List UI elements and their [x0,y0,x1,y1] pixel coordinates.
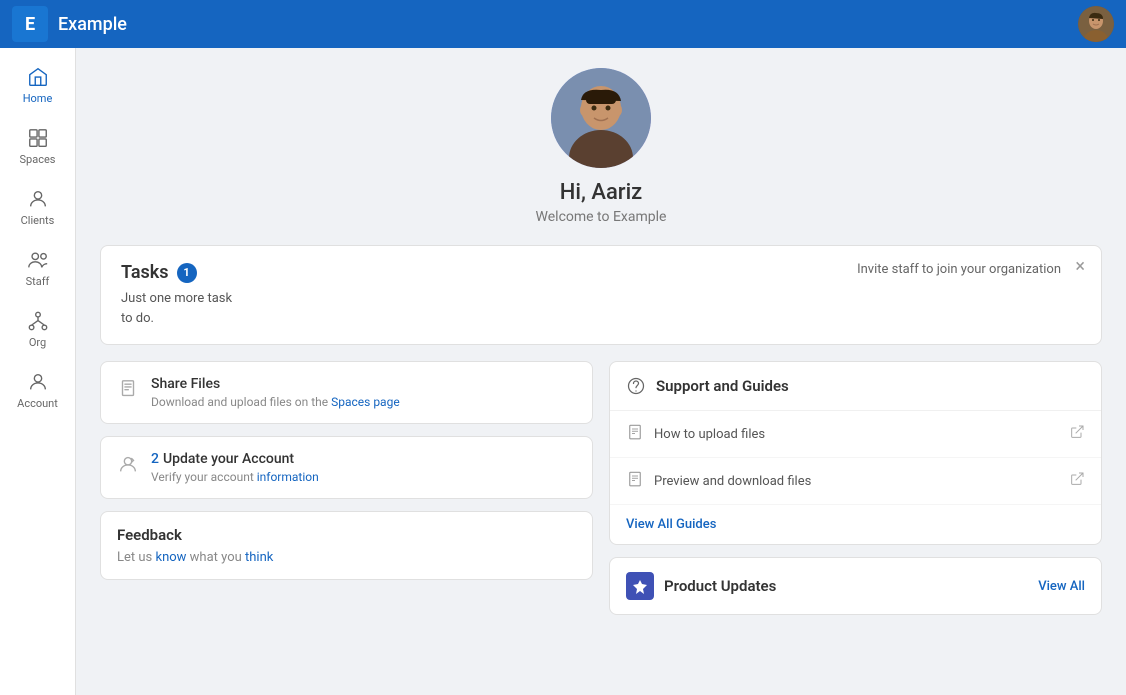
guide-doc-icon-1 [626,470,644,492]
share-files-desc: Download and upload files on the Spaces … [151,395,576,409]
tasks-close-button[interactable]: × [1075,258,1085,276]
share-files-card: Share Files Download and upload files on… [100,361,593,424]
support-title: Support and Guides [656,377,789,395]
sidebar-label-staff: Staff [26,275,50,288]
tasks-invite-text: Invite staff to join your organization [857,262,1061,277]
feedback-know-link[interactable]: know [155,550,186,565]
tasks-title: Tasks [121,262,169,283]
product-updates-left: Product Updates [626,572,776,600]
navbar-avatar[interactable] [1078,6,1114,42]
sidebar-label-account: Account [17,397,58,410]
left-column: Share Files Download and upload files on… [100,361,593,615]
update-account-desc: Verify your account information [151,470,576,484]
feedback-card: Feedback Let us know what you think [100,511,593,580]
profile-name: Hi, Aariz [560,180,643,205]
support-header: Support and Guides [610,362,1101,411]
sidebar-label-spaces: Spaces [20,153,56,166]
guide-text-1: Preview and download files [654,474,1059,489]
sidebar-label-home: Home [23,92,53,105]
update-account-title: 2Update your Account [151,451,576,467]
share-files-icon [117,378,139,404]
tasks-subtitle: Just one more task to do. [121,289,1081,328]
sidebar-item-home[interactable]: Home [4,56,72,115]
feedback-desc: Let us know what you think [117,550,576,565]
layout: Home Spaces Clients [0,48,1126,695]
profile-subtitle: Welcome to Example [536,209,667,225]
navbar: E Example [0,0,1126,48]
share-files-title: Share Files [151,376,576,392]
sidebar: Home Spaces Clients [0,48,76,695]
product-updates-title: Product Updates [664,577,776,595]
product-updates-header: Product Updates View All [626,572,1085,600]
guide-text-0: How to upload files [654,427,1059,442]
sidebar-item-account[interactable]: Account [4,361,72,420]
product-updates-card: Product Updates View All [609,557,1102,615]
navbar-left: E Example [12,6,127,42]
tasks-badge: 1 [177,263,197,283]
guide-doc-icon-0 [626,423,644,445]
update-account-content: 2Update your Account Verify your account… [151,451,576,484]
external-link-icon-1 [1069,471,1085,491]
product-updates-icon [626,572,654,600]
external-link-icon-0 [1069,424,1085,444]
sidebar-item-org[interactable]: Org [4,300,72,359]
guide-item-1[interactable]: Preview and download files [610,458,1101,505]
tasks-card: Tasks 1 Invite staff to join your organi… [100,245,1102,345]
navbar-title: Example [58,14,127,35]
sidebar-item-clients[interactable]: Clients [4,178,72,237]
task-number: 2 [151,451,159,467]
main-content: Hi, Aariz Welcome to Example Tasks 1 Inv… [76,48,1126,695]
sidebar-item-spaces[interactable]: Spaces [4,117,72,176]
update-account-icon [117,453,139,479]
profile-avatar [551,68,651,168]
navbar-logo[interactable]: E [12,6,48,42]
spaces-link[interactable]: Spaces page [331,395,400,409]
support-icon [626,376,646,396]
account-info-link[interactable]: information [257,470,319,484]
support-card: Support and Guides How to upload files [609,361,1102,545]
feedback-think-link[interactable]: think [245,550,273,565]
guide-item-0[interactable]: How to upload files [610,411,1101,458]
share-files-content: Share Files Download and upload files on… [151,376,576,409]
right-column: Support and Guides How to upload files [609,361,1102,615]
update-account-card: 2Update your Account Verify your account… [100,436,593,499]
product-updates-viewall-button[interactable]: View All [1038,579,1085,594]
view-all-guides-button[interactable]: View All Guides [610,505,1101,544]
sidebar-item-staff[interactable]: Staff [4,239,72,298]
feedback-title: Feedback [117,526,576,544]
sidebar-label-org: Org [29,336,46,349]
content-grid: Share Files Download and upload files on… [100,361,1102,615]
profile-section: Hi, Aariz Welcome to Example [100,68,1102,225]
sidebar-label-clients: Clients [21,214,55,227]
